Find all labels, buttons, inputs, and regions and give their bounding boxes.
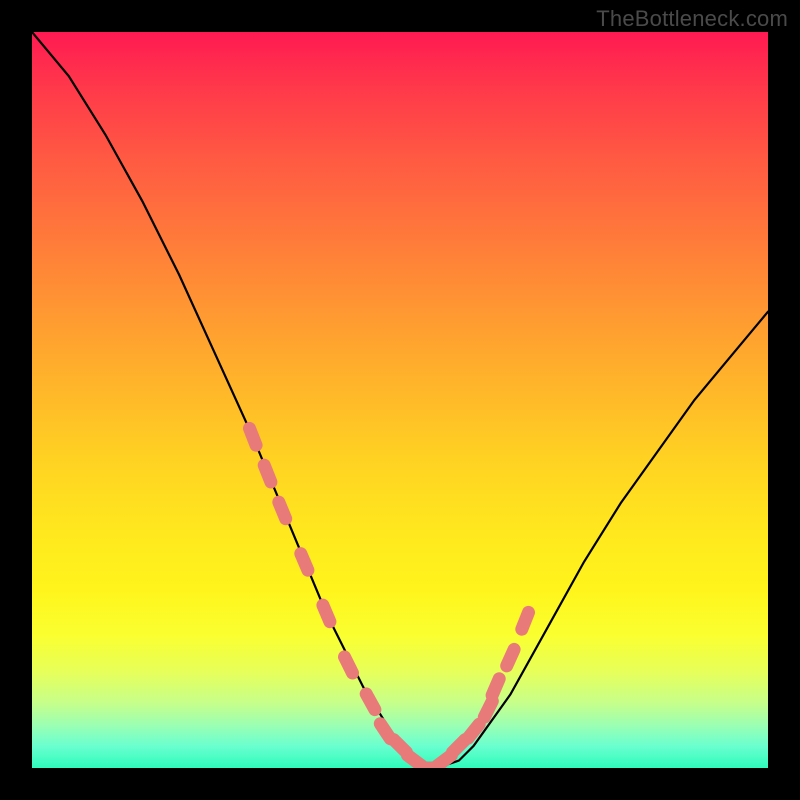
highlighted-dot bbox=[507, 649, 514, 665]
highlighted-dot bbox=[250, 428, 257, 445]
highlighted-dot bbox=[366, 694, 375, 710]
highlighted-dot bbox=[345, 657, 353, 673]
watermark-text: TheBottleneck.com bbox=[596, 6, 788, 32]
bottleneck-curve bbox=[32, 32, 768, 768]
highlighted-dot bbox=[301, 554, 308, 571]
highlighted-dots-layer bbox=[250, 428, 529, 768]
highlighted-dot bbox=[484, 701, 492, 717]
highlighted-dot bbox=[492, 679, 499, 696]
highlighted-dot bbox=[279, 502, 286, 519]
highlighted-dot bbox=[468, 724, 479, 738]
highlighted-dot bbox=[264, 465, 271, 482]
chart-svg bbox=[32, 32, 768, 768]
highlighted-dot bbox=[522, 612, 529, 629]
highlighted-dot bbox=[323, 605, 330, 622]
curve-layer bbox=[32, 32, 768, 768]
chart-plot-area bbox=[32, 32, 768, 768]
